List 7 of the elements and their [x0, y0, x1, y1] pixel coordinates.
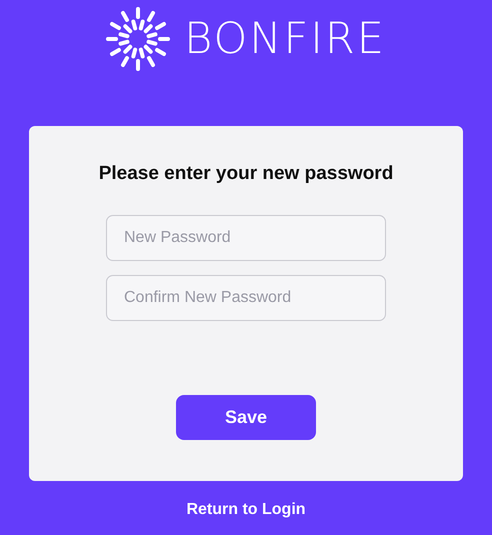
- password-field[interactable]: New Password: [106, 215, 386, 261]
- save-button[interactable]: Save: [176, 395, 316, 440]
- sunburst-logo-icon: [106, 7, 170, 71]
- return-to-login-link[interactable]: Return to Login: [186, 501, 306, 519]
- brand-name: BONFIRE: [184, 14, 386, 64]
- password-field[interactable]: Confirm New Password: [106, 275, 386, 321]
- form-title: Please enter your new password: [98, 163, 394, 185]
